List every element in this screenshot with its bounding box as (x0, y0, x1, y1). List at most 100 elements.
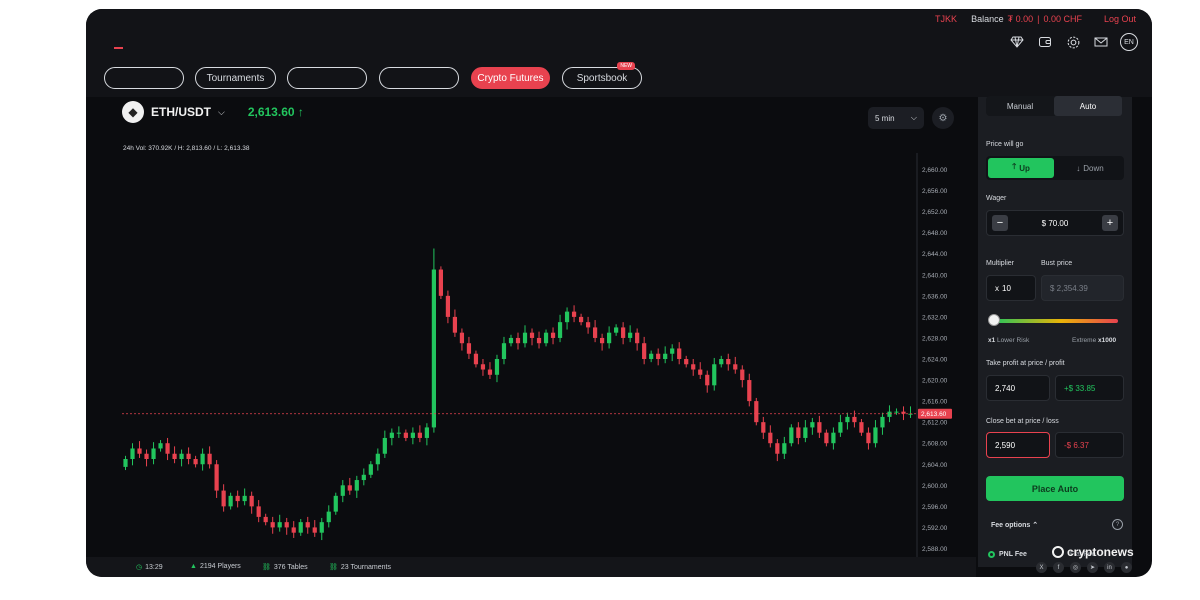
header-icons: EN (1008, 33, 1138, 51)
candle-body (831, 432, 836, 444)
candle-body (600, 337, 605, 344)
language-button[interactable]: EN (1120, 33, 1138, 51)
slider-handle[interactable] (988, 314, 1000, 326)
candle-body (277, 522, 282, 528)
timeframe-select[interactable]: 5 min ⌵ (868, 107, 924, 129)
candle-body (270, 522, 275, 528)
wager-input[interactable]: $ 70.00 (1042, 219, 1069, 228)
candle-body (228, 495, 233, 507)
chevron-up-icon: ⌃ (1032, 522, 1039, 529)
pair-name: ETH/USDT (151, 105, 211, 119)
pair-selector[interactable]: ◆ ETH/USDT ⌵ 2,613.60 ↑ (122, 101, 304, 123)
candle-body (733, 364, 738, 370)
plus-button[interactable]: + (1101, 215, 1118, 231)
status-bar: ◷ 13:29 ▲ 2194 Players ⛓ 376 Tables ⛓ 23 Tou… (86, 557, 976, 577)
candle-body (340, 485, 345, 496)
candle-body (221, 490, 226, 507)
x-icon[interactable]: X (1036, 562, 1047, 573)
y-tick-label: 2,656.00 (922, 188, 948, 195)
up-button[interactable]: 🡑 Up (988, 158, 1054, 178)
candle-body (845, 416, 850, 423)
take-profit-amount[interactable]: +$ 33.85 (1055, 375, 1124, 401)
candle-body (564, 311, 570, 323)
multiplier-prefix: x (995, 283, 999, 293)
candle-body (466, 343, 472, 354)
candle-body (571, 311, 577, 317)
candle-body (656, 353, 661, 359)
close-bet-amount-value: -$ 6.37 (1064, 440, 1089, 450)
candle-body (866, 432, 871, 444)
tab-auto[interactable]: Auto (1054, 96, 1122, 116)
place-auto-button[interactable]: Place Auto (986, 476, 1124, 501)
chart-area[interactable]: 2,660.00 2,656.00 2,652.00 2,648.00 2,644.00… (86, 97, 976, 557)
chart-settings-icon[interactable]: ⚙ (932, 107, 954, 129)
candle-body (256, 506, 261, 517)
y-tick-label: 2,636.00 (922, 293, 948, 300)
instagram-icon[interactable]: ◎ (1070, 562, 1081, 573)
linkedin-icon[interactable]: in (1104, 562, 1115, 573)
gear-icon[interactable] (1064, 33, 1082, 51)
nav-item-sportsbook[interactable]: Sportsbook NEW (562, 62, 642, 89)
candle-body (557, 322, 563, 338)
candle-body (417, 432, 422, 438)
help-icon[interactable]: ? (1112, 519, 1123, 530)
nav-item-crypto-futures[interactable]: Crypto Futures (471, 67, 550, 89)
nav-item-label: Sportsbook (576, 72, 628, 84)
market-stats: 24h Vol: 370.92K / H: 2,813.60 / L: 2,61… (123, 145, 250, 152)
fee-options-toggle[interactable]: Fee options ⌃ (991, 521, 1038, 529)
down-button[interactable]: ↓ Down (1058, 158, 1122, 178)
tournaments-value: 23 Tournaments (340, 563, 391, 571)
chevron-down-icon: ⌵ (910, 113, 917, 122)
telegram-icon[interactable]: ➤ (1087, 562, 1098, 573)
candle-body (614, 327, 619, 333)
mail-icon[interactable] (1092, 33, 1110, 51)
tab-manual[interactable]: Manual (986, 96, 1054, 116)
candle-body (361, 474, 366, 481)
multiplier-input[interactable]: x 10 (986, 275, 1036, 301)
nav-item-tournaments[interactable]: Tournaments (195, 67, 276, 89)
take-profit-price-input[interactable]: 2,740 (986, 375, 1050, 401)
candle-body (529, 332, 535, 338)
pnl-fee-radio[interactable] (988, 551, 995, 558)
close-bet-label: Close bet at price / loss (986, 418, 1059, 425)
candle-body (838, 422, 843, 433)
close-bet-amount[interactable]: -$ 6.37 (1055, 432, 1124, 458)
candle-body (179, 453, 184, 459)
new-badge: NEW (617, 62, 635, 70)
nav-item-4[interactable] (379, 67, 459, 89)
candle-body (880, 416, 885, 428)
diamond-icon[interactable] (1008, 33, 1026, 51)
candle-body (670, 348, 675, 354)
multiplier-slider[interactable] (992, 319, 1118, 323)
candle-body (873, 427, 878, 444)
candle-body (649, 353, 654, 359)
candle-body (803, 427, 808, 438)
nav-item-3[interactable] (287, 67, 367, 89)
candle-body (333, 495, 338, 512)
arrow-down-icon: ↓ (1076, 163, 1081, 173)
candle-body (515, 337, 521, 344)
social-links: X f ◎ ➤ in ● (1036, 562, 1132, 573)
reddit-icon[interactable]: ● (1121, 562, 1132, 573)
candle-body (522, 332, 528, 344)
candle-body (291, 527, 296, 533)
candle-body (543, 332, 549, 344)
nav-item-1[interactable] (104, 67, 184, 89)
direction-label: Price will go (986, 141, 1024, 148)
candle-body (263, 516, 268, 523)
close-bet-price-input[interactable]: 2,590 (986, 432, 1050, 458)
candle-body (480, 364, 486, 370)
nav-item-label: Crypto Futures (477, 72, 544, 84)
facebook-icon[interactable]: f (1053, 562, 1064, 573)
username[interactable]: TJKK (935, 14, 957, 24)
status-time: ◷ 13:29 (136, 563, 163, 572)
logout-link[interactable]: Log Out (1104, 14, 1136, 24)
candle-body (249, 495, 254, 507)
minus-button[interactable]: − (992, 215, 1008, 231)
candle-body (284, 522, 289, 528)
price-chart[interactable]: 2,660.00 2,656.00 2,652.00 2,648.00 2,644.00… (86, 97, 976, 557)
candle-body (761, 422, 766, 433)
bust-price-label: Bust price (1041, 260, 1073, 267)
wallet-icon[interactable] (1036, 33, 1054, 51)
candle-body (151, 448, 156, 459)
